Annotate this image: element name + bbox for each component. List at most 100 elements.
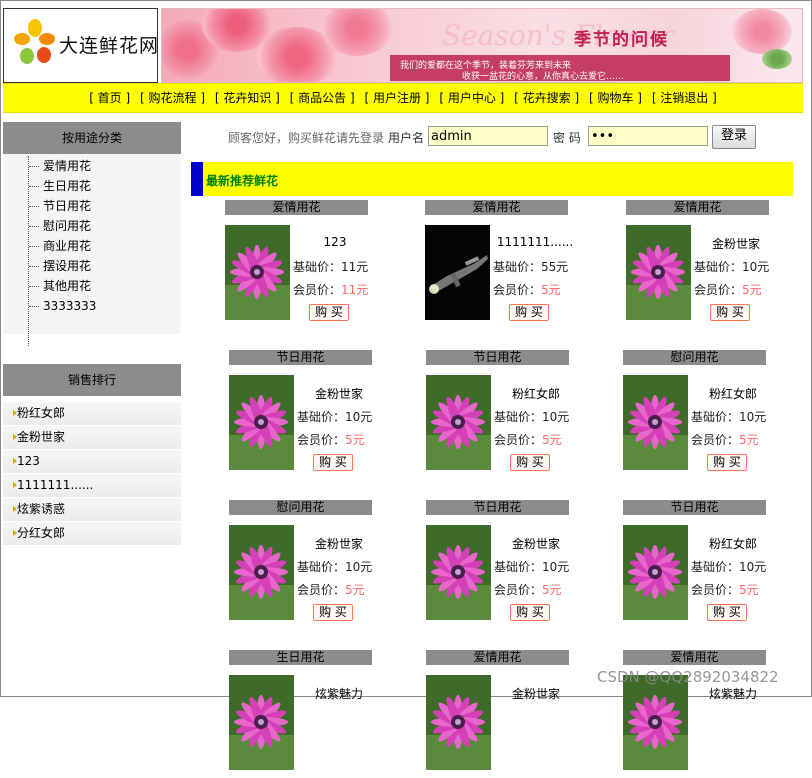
product-category[interactable]: 爱情用花 bbox=[426, 650, 569, 665]
product-image[interactable] bbox=[623, 525, 688, 620]
category-item[interactable]: 生日用花 bbox=[29, 176, 96, 196]
nav-user-center[interactable]: [ 用户中心 ] bbox=[439, 91, 504, 105]
buy-button[interactable]: 购 买 bbox=[707, 604, 747, 621]
product-category[interactable]: 爱情用花 bbox=[623, 650, 766, 665]
nav-announcements[interactable]: [ 商品公告 ] bbox=[290, 91, 355, 105]
product-card: 爱情用花 123 基础价：11元 会员价：11元购 买 bbox=[225, 200, 377, 328]
member-price-value: 5元 bbox=[542, 583, 562, 597]
nav-flower-search[interactable]: [ 花卉搜索 ] bbox=[514, 91, 579, 105]
product-name[interactable]: 金粉世家 bbox=[688, 235, 784, 252]
base-price-label: 基础价： bbox=[494, 410, 543, 424]
ranking-item[interactable]: 金粉世家 bbox=[3, 426, 181, 450]
product-name[interactable]: 炫紫魅力 bbox=[685, 685, 781, 702]
product-name[interactable]: 金粉世家 bbox=[291, 535, 387, 552]
nav-logout[interactable]: [ 注销退出 ] bbox=[652, 91, 717, 105]
category-item[interactable]: 其他用花 bbox=[29, 276, 96, 296]
category-item[interactable]: 爱情用花 bbox=[29, 156, 96, 176]
password-input[interactable] bbox=[588, 126, 708, 146]
product-image[interactable] bbox=[626, 225, 691, 320]
product-image[interactable] bbox=[229, 525, 294, 620]
base-price-label: 基础价： bbox=[691, 560, 740, 574]
category-item[interactable]: 节日用花 bbox=[29, 196, 96, 216]
flower-photo bbox=[623, 375, 688, 470]
buy-button[interactable]: 购 买 bbox=[710, 304, 750, 321]
member-price-value: 5元 bbox=[739, 583, 759, 597]
product-name[interactable]: 1111111...... bbox=[487, 235, 583, 249]
buy-button[interactable]: 购 买 bbox=[510, 604, 550, 621]
section-marker bbox=[191, 162, 203, 196]
product-image[interactable] bbox=[229, 375, 294, 470]
product-name[interactable]: 金粉世家 bbox=[488, 685, 584, 702]
product-image[interactable] bbox=[426, 375, 491, 470]
base-price: 基础价：10元 bbox=[494, 558, 569, 575]
main-navigation: [ 首页 ] [ 购花流程 ] [ 花卉知识 ] [ 商品公告 ] [ 用户注册… bbox=[3, 83, 803, 113]
product-name[interactable]: 粉红女郎 bbox=[685, 535, 781, 552]
product-category[interactable]: 爱情用花 bbox=[626, 200, 769, 215]
member-price: 会员价：5元 bbox=[493, 281, 561, 298]
member-price-label: 会员价： bbox=[691, 433, 740, 447]
member-price-label: 会员价： bbox=[691, 583, 740, 597]
site-logo[interactable]: 大连鲜花网 bbox=[3, 8, 158, 83]
member-price: 会员价：5元 bbox=[494, 431, 562, 448]
product-card: 节日用花 金粉世家 基础价：10元 会员价：5元购 买 bbox=[426, 500, 578, 628]
product-name[interactable]: 金粉世家 bbox=[291, 385, 387, 402]
ranking-item[interactable]: 123 bbox=[3, 450, 181, 474]
base-price-value: 10元 bbox=[742, 260, 770, 274]
product-image[interactable] bbox=[229, 675, 294, 770]
buy-button[interactable]: 购 买 bbox=[509, 304, 549, 321]
base-price: 基础价：11元 bbox=[293, 258, 368, 275]
buy-button[interactable]: 购 买 bbox=[313, 604, 353, 621]
product-image[interactable] bbox=[426, 525, 491, 620]
base-price-label: 基础价： bbox=[297, 560, 346, 574]
member-price-label: 会员价： bbox=[297, 433, 346, 447]
product-image[interactable] bbox=[425, 225, 490, 320]
category-item[interactable]: 摆设用花 bbox=[29, 256, 96, 276]
product-card: 爱情用花 1111111...... 基础价：55元 会员价：5元购 买 bbox=[425, 200, 577, 328]
nav-cart[interactable]: [ 购物车 ] bbox=[589, 91, 642, 105]
buy-button[interactable]: 购 买 bbox=[510, 454, 550, 471]
product-image[interactable] bbox=[225, 225, 290, 320]
product-name[interactable]: 炫紫魅力 bbox=[291, 685, 387, 702]
product-name[interactable]: 金粉世家 bbox=[488, 535, 584, 552]
product-category[interactable]: 爱情用花 bbox=[425, 200, 568, 215]
product-name[interactable]: 粉红女郎 bbox=[685, 385, 781, 402]
product-card: 爱情用花 金粉世家 基础价：10元 会员价：5元购 买 bbox=[626, 200, 778, 328]
nav-register[interactable]: [ 用户注册 ] bbox=[365, 91, 430, 105]
nav-flower-knowledge[interactable]: [ 花卉知识 ] bbox=[215, 91, 280, 105]
product-category[interactable]: 慰问用花 bbox=[623, 350, 766, 365]
member-price: 会员价：5元 bbox=[297, 431, 365, 448]
product-card: 生日用花 炫紫魅力 bbox=[229, 650, 381, 778]
category-item[interactable]: 3333333 bbox=[29, 296, 96, 316]
buy-button[interactable]: 购 买 bbox=[313, 454, 353, 471]
product-category[interactable]: 节日用花 bbox=[229, 350, 372, 365]
buy-button[interactable]: 购 买 bbox=[309, 304, 349, 321]
member-price: 会员价：5元 bbox=[694, 281, 762, 298]
product-category[interactable]: 节日用花 bbox=[426, 350, 569, 365]
product-name[interactable]: 粉红女郎 bbox=[488, 385, 584, 402]
username-input[interactable] bbox=[428, 126, 548, 146]
member-price-value: 11元 bbox=[341, 283, 369, 297]
ranking-item[interactable]: 1111111...... bbox=[3, 474, 181, 498]
nav-home[interactable]: [ 首页 ] bbox=[89, 91, 130, 105]
base-price-value: 10元 bbox=[542, 410, 570, 424]
product-image[interactable] bbox=[623, 375, 688, 470]
category-item[interactable]: 商业用花 bbox=[29, 236, 96, 256]
category-item[interactable]: 慰问用花 bbox=[29, 216, 96, 236]
base-price-label: 基础价： bbox=[297, 410, 346, 424]
ranking-item[interactable]: 分红女郎 bbox=[3, 522, 181, 546]
product-category[interactable]: 慰问用花 bbox=[229, 500, 372, 515]
member-price-label: 会员价： bbox=[494, 583, 543, 597]
nav-purchase-process[interactable]: [ 购花流程 ] bbox=[140, 91, 205, 105]
ranking-item[interactable]: 炫紫诱惑 bbox=[3, 498, 181, 522]
product-category[interactable]: 生日用花 bbox=[229, 650, 372, 665]
buy-button[interactable]: 购 买 bbox=[707, 454, 747, 471]
product-image[interactable] bbox=[426, 675, 491, 770]
product-category[interactable]: 节日用花 bbox=[623, 500, 766, 515]
ranking-item[interactable]: 粉红女郎 bbox=[3, 402, 181, 426]
product-category[interactable]: 爱情用花 bbox=[225, 200, 368, 215]
product-name[interactable]: 123 bbox=[287, 235, 383, 249]
member-price: 会员价：5元 bbox=[691, 581, 759, 598]
login-button[interactable]: 登录 bbox=[712, 125, 756, 149]
product-category[interactable]: 节日用花 bbox=[426, 500, 569, 515]
product-image[interactable] bbox=[623, 675, 688, 770]
